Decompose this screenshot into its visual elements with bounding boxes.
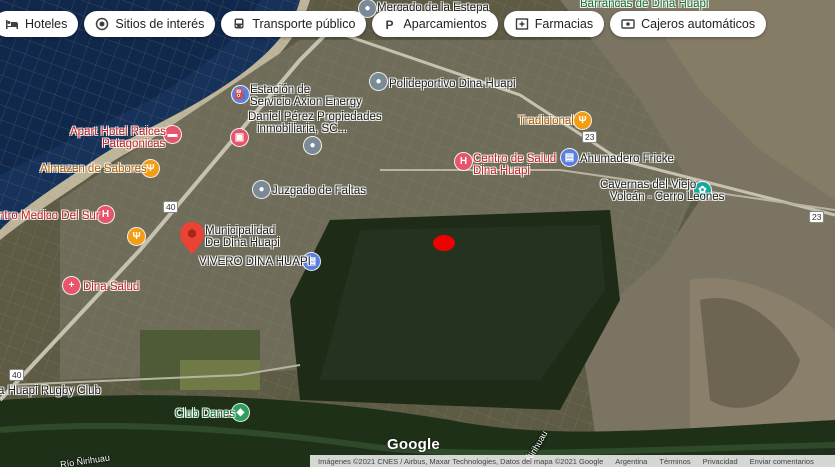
label-juzgado[interactable]: Juzgado de Faltas (272, 185, 366, 197)
label-apart-1[interactable]: Apart Hotel Raices (70, 126, 166, 138)
category-chips: Hoteles Sitios de interés Transporte púb… (0, 11, 767, 37)
chip-label: Hoteles (25, 17, 68, 31)
label-daniel-2[interactable]: inmobiliaria, SC... (257, 123, 347, 135)
chip-pharmacies[interactable]: Farmacias (503, 11, 605, 37)
label-centro-salud-1[interactable]: Centro de Salud (473, 153, 556, 165)
chip-attractions[interactable]: Sitios de interés (84, 11, 216, 37)
hotel-icon[interactable]: ▬ (164, 126, 181, 143)
google-logo: Google (387, 436, 440, 453)
label-municipalidad-1[interactable]: Municipalidad (205, 225, 275, 237)
country-label: Argentina (615, 456, 648, 466)
chip-parking[interactable]: P Aparcamientos (372, 11, 498, 37)
label-apart-2[interactable]: Patagonicas (102, 138, 165, 150)
route-23-shield: 23 (809, 211, 825, 223)
place-pin-icon[interactable]: ● (304, 137, 321, 154)
label-almazen[interactable]: Almazen de Sabores (40, 163, 147, 175)
label-vivero[interactable]: VIVERO DINA HUAPI (199, 256, 311, 268)
map-footer: Imágenes ©2021 CNES / Airbus, Maxar Tech… (310, 455, 835, 467)
atm-icon (621, 17, 635, 31)
location-marker-icon[interactable] (180, 222, 204, 259)
label-cavernas-1[interactable]: Cavernas del Viejo (600, 179, 696, 191)
chip-transit[interactable]: Transporte público (221, 11, 367, 37)
label-municipalidad-2[interactable]: De Dina Huapi (205, 237, 280, 249)
place-pin-icon[interactable]: ● (253, 181, 270, 198)
shopping-icon[interactable]: ▣ (231, 129, 248, 146)
label-tradicional[interactable]: Tradicional (518, 115, 574, 127)
label-estacion-2[interactable]: Servicio Axion Energy (250, 96, 362, 108)
route-40-shield: 40 (163, 201, 179, 213)
chip-label: Sitios de interés (115, 17, 205, 31)
imagery-attribution: Imágenes ©2021 CNES / Airbus, Maxar Tech… (318, 456, 604, 466)
feedback-link[interactable]: Enviar comentarios (750, 457, 814, 466)
label-rugby[interactable]: a Huapi Rugby Club (0, 385, 101, 397)
pharmacy-icon (515, 17, 529, 31)
route-23-shield: 23 (582, 131, 598, 143)
label-club-danes[interactable]: Club Danes (175, 408, 235, 420)
label-polideportivo[interactable]: Polideportivo Dina Huapi (389, 78, 516, 90)
map-imagery (0, 0, 835, 467)
label-ahumadero[interactable]: Ahumadero Fricke (580, 153, 674, 165)
camera-icon (95, 17, 109, 31)
chip-atms[interactable]: Cajeros automáticos (610, 11, 767, 37)
label-cavernas-2[interactable]: Volcán - Cerro Leones (610, 191, 724, 203)
svg-text:P: P (386, 18, 394, 31)
highlight-area (433, 235, 455, 251)
shop-icon[interactable]: ▤ (561, 149, 578, 166)
bus-icon (232, 17, 246, 31)
parking-icon: P (383, 17, 397, 31)
place-pin-icon[interactable]: ● (359, 0, 376, 17)
bed-icon (5, 17, 19, 31)
health-icon[interactable]: + (63, 277, 80, 294)
label-centro-medico[interactable]: ntro Medico Del Sur (0, 210, 100, 222)
route-40-shield: 40 (9, 369, 25, 381)
place-pin-icon[interactable]: ● (370, 73, 387, 90)
chip-hotels[interactable]: Hoteles (0, 11, 79, 37)
chip-label: Aparcamientos (403, 17, 487, 31)
label-centro-salud-2[interactable]: Dina Huapi (473, 165, 530, 177)
chip-label: Farmacias (534, 17, 594, 31)
label-barrancas[interactable]: Barrancas de Dina Huapi (580, 0, 709, 10)
terms-link[interactable]: Términos (659, 457, 690, 466)
label-estacion-1[interactable]: Estación de (250, 84, 310, 96)
gas-station-icon[interactable]: ⛽ (232, 86, 249, 103)
privacy-link[interactable]: Privacidad (703, 457, 738, 466)
satellite-map[interactable]: Hoteles Sitios de interés Transporte púb… (0, 0, 835, 467)
label-dina-salud[interactable]: Dina Salud (83, 281, 139, 293)
hospital-icon[interactable]: H (455, 153, 472, 170)
chip-label: Transporte público (252, 17, 356, 31)
label-daniel-1[interactable]: Daniel Pérez Propiedades (248, 111, 382, 123)
chip-label: Cajeros automáticos (641, 17, 756, 31)
restaurant-icon[interactable]: Ψ (574, 112, 591, 129)
restaurant-icon[interactable]: Ψ (128, 228, 145, 245)
label-mercado[interactable]: Mercado de la Estepa (377, 2, 489, 14)
